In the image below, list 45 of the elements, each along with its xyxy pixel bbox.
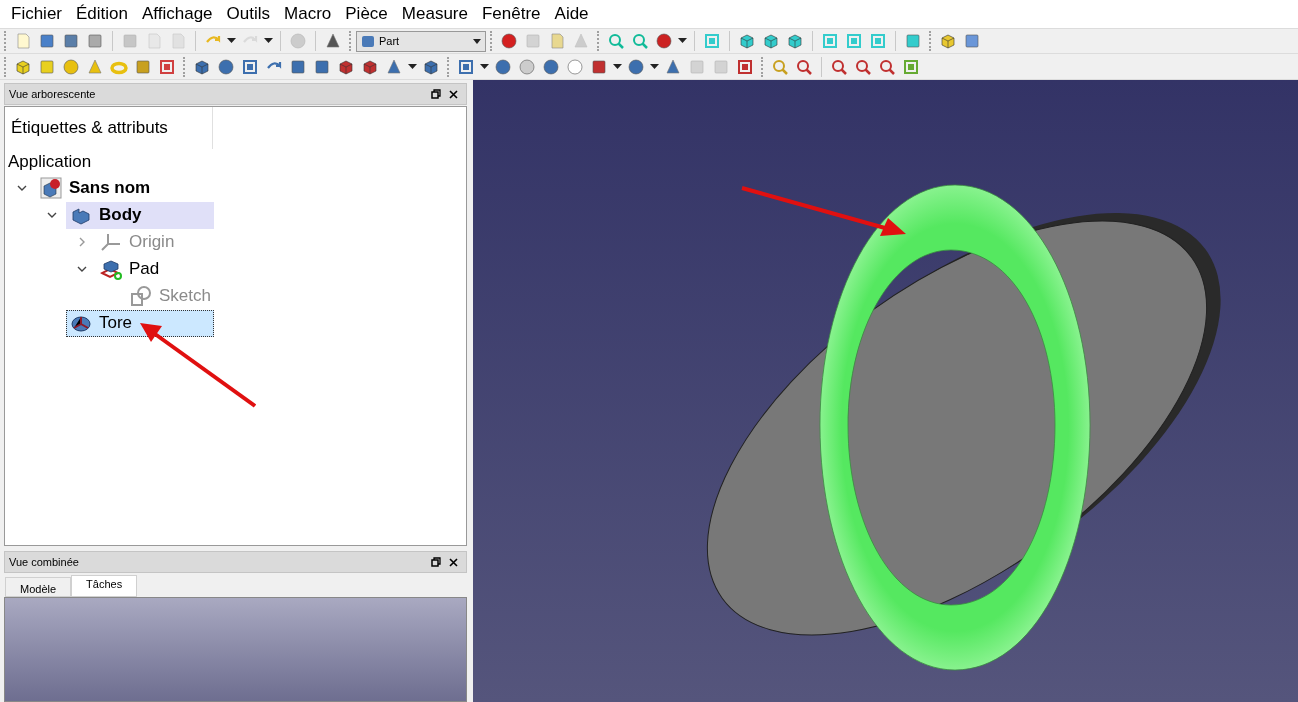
menu-item[interactable]: Measure [394,1,475,27]
record-icon[interactable] [500,32,518,50]
menu-item[interactable]: Macro [277,1,339,27]
float-icon[interactable] [431,557,441,567]
tab[interactable]: Tâches [71,575,138,597]
caret-icon[interactable] [650,63,659,70]
caret-icon [473,38,481,44]
tree-item[interactable]: Sketch [126,282,274,310]
chevron-down-icon[interactable] [77,264,87,274]
tree-item[interactable]: Tore [66,309,214,337]
menu-item[interactable]: Édition [69,1,135,27]
close-icon[interactable] [449,89,458,99]
tree-item[interactable]: Body [66,201,214,229]
menu-item[interactable]: Pièce [338,1,395,27]
axes-icon [100,231,122,253]
document-icon [40,177,62,199]
caret-icon[interactable] [678,38,687,44]
workbench-dropdown[interactable]: Part [356,30,486,52]
cone-icon[interactable] [86,57,104,76]
panel-title-bar: Vue arborescente [4,83,467,105]
caret-icon[interactable] [264,38,273,44]
tab[interactable]: Modèle [5,577,72,597]
tree-root-label: Application [8,150,93,173]
float-icon[interactable] [431,89,441,99]
menu-item[interactable]: Fichier [4,1,69,27]
chevron-down-icon[interactable] [17,183,27,193]
menu-item[interactable]: Affichage [135,1,220,27]
panel-title-bar: Vue combinée [4,551,467,573]
chevron-right-icon[interactable] [77,237,87,247]
caret-icon[interactable] [613,63,622,70]
menu-item[interactable]: Aide [547,1,596,27]
caret-icon[interactable] [227,38,236,44]
sphere-icon[interactable] [62,57,80,76]
caret-icon[interactable] [408,63,417,70]
caret-icon[interactable] [480,63,489,70]
menu-item[interactable]: Fenêtre [474,1,548,27]
tree-item[interactable]: Sans nom [36,174,184,202]
tree-item[interactable]: Origin [96,228,244,256]
pad-icon [100,258,122,280]
column-header[interactable]: Étiquettes & attributs [8,107,213,149]
sketch-icon [130,285,152,307]
chevron-down-icon[interactable] [47,210,57,220]
close-icon[interactable] [449,557,458,567]
menu-item[interactable]: Outils [219,1,278,27]
tree-item[interactable]: Pad [96,255,244,283]
